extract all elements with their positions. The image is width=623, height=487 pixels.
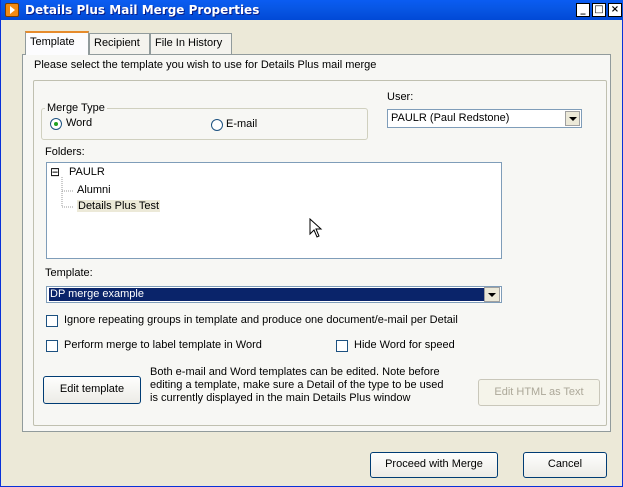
cancel-button[interactable]: Cancel [523,452,607,478]
window-title: Details Plus Mail Merge Properties [25,3,260,17]
template-label: Template: [45,267,93,279]
word-radio-label: Word [66,117,93,129]
maximize-button[interactable]: □ [592,3,606,17]
template-value: DP merge example [49,288,485,301]
user-label: User: [387,91,414,103]
tree-expander-icon[interactable]: ⊟ [50,165,60,179]
template-dropdown[interactable]: DP merge example [46,286,502,303]
edit-template-button[interactable]: Edit template [43,376,141,404]
tree-item-paulr[interactable]: PAULR [69,166,105,178]
hide-word-label: Hide Word for speed [354,339,455,351]
tree-item-details-plus-test[interactable]: Details Plus Test [77,200,161,212]
tree-item-alumni[interactable]: Alumni [77,184,111,196]
email-radio[interactable] [211,119,223,131]
word-radio[interactable] [50,118,62,130]
hide-word-checkbox[interactable] [336,340,348,352]
tab-template[interactable]: Template [25,31,89,55]
chevron-down-icon[interactable] [484,287,500,302]
user-value: PAULR (Paul Redstone) [391,112,510,124]
ignore-repeating-label: Ignore repeating groups in template and … [64,314,458,326]
app-icon [5,3,19,17]
folders-label: Folders: [45,146,85,158]
instruction-text: Please select the template you wish to u… [34,59,377,71]
label-template-label: Perform merge to label template in Word [64,339,262,351]
mouse-cursor-icon [309,218,323,238]
chevron-down-icon[interactable] [565,111,580,126]
merge-type-label: Merge Type [45,102,107,114]
proceed-with-merge-button[interactable]: Proceed with Merge [370,452,498,478]
tab-file-in-history[interactable]: File In History [150,33,232,54]
label-template-checkbox[interactable] [46,340,58,352]
minimize-button[interactable]: _ [576,3,590,17]
ignore-repeating-checkbox[interactable] [46,315,58,327]
title-bar[interactable]: Details Plus Mail Merge Properties _ □ × [1,0,623,20]
user-dropdown[interactable]: PAULR (Paul Redstone) [387,109,582,128]
edit-note-line-2: editing a template, make sure a Detail o… [150,379,444,391]
edit-note-line-3: is currently displayed in the main Detai… [150,392,411,404]
folders-tree[interactable]: ⊟ PAULR Alumni Details Plus Test [46,162,502,259]
mail-merge-dialog: Details Plus Mail Merge Properties _ □ ×… [0,0,623,487]
email-radio-label: E-mail [226,118,258,130]
edit-note-line-1: Both e-mail and Word templates can be ed… [150,366,440,378]
tab-recipient[interactable]: Recipient [89,33,150,54]
edit-html-as-text-button[interactable]: Edit HTML as Text [478,379,600,406]
close-button[interactable]: × [608,3,622,17]
